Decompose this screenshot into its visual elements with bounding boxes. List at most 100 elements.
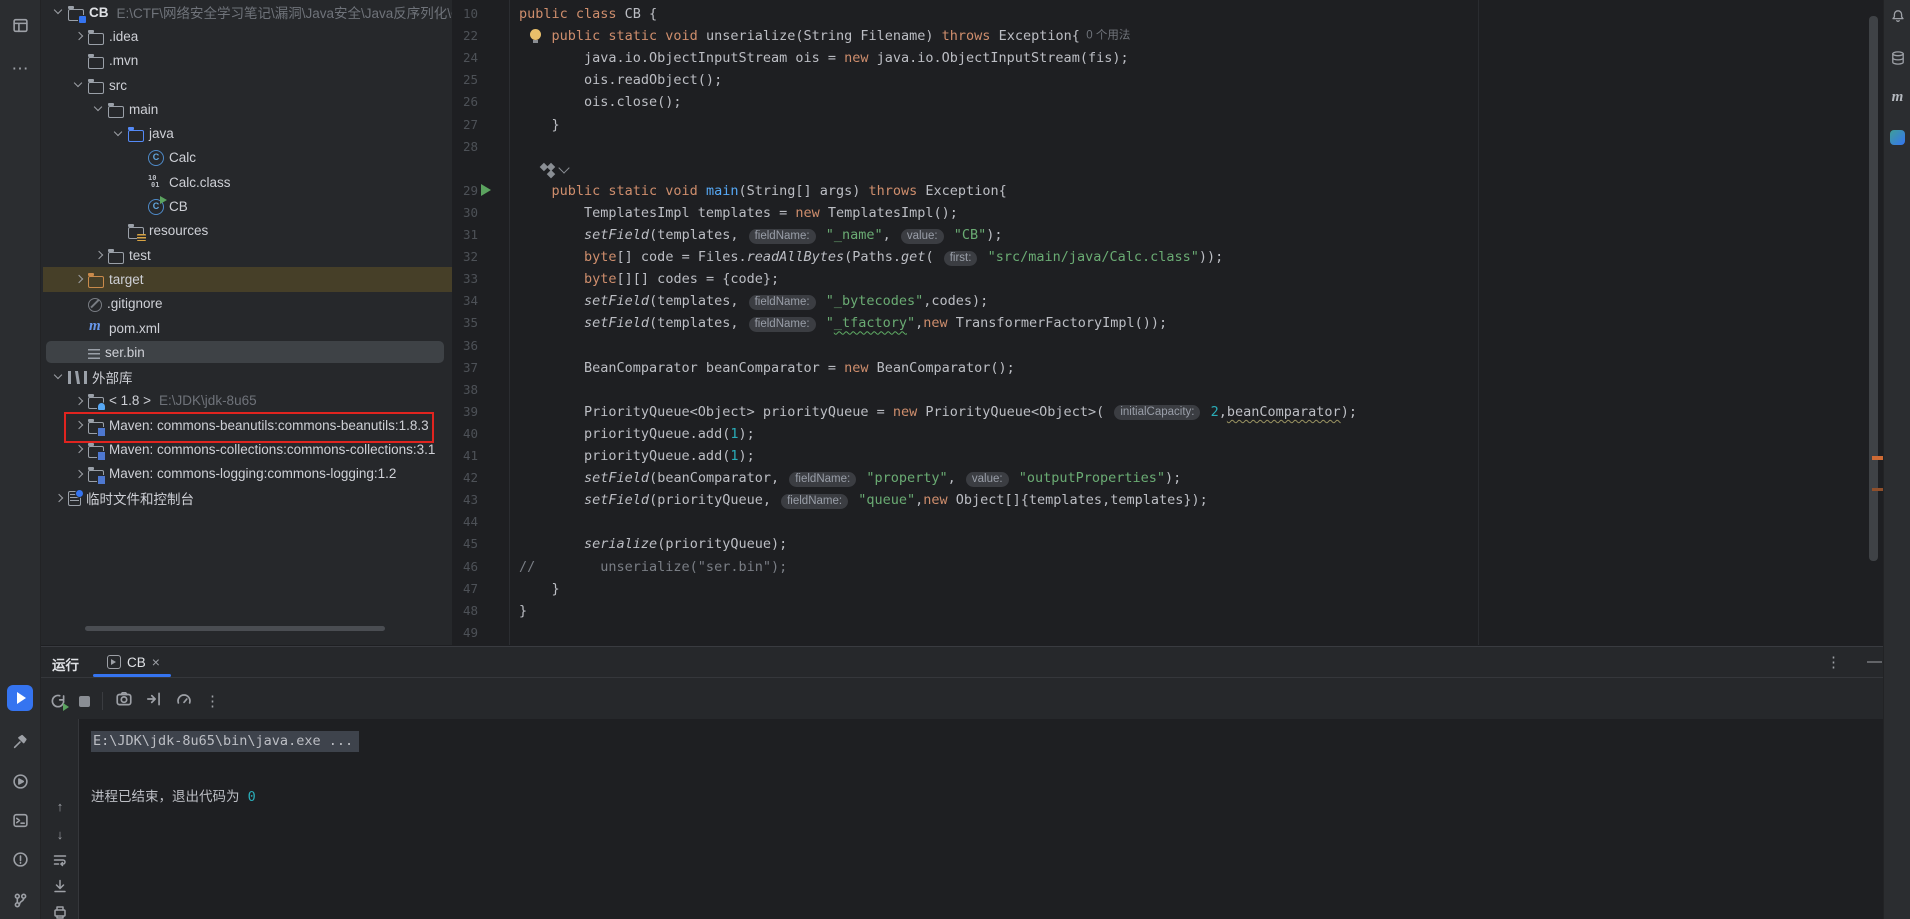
code-line[interactable]: serialize(priorityQueue); <box>519 533 787 555</box>
line-number[interactable]: 33 <box>452 268 478 290</box>
line-number[interactable]: 22 <box>452 25 478 47</box>
code-line[interactable]: priorityQueue.add(1); <box>519 423 755 445</box>
run-tab-cb[interactable]: CB × <box>97 647 170 677</box>
line-number[interactable]: 47 <box>452 578 478 600</box>
line-number[interactable]: 27 <box>452 114 478 136</box>
down-stacktrace-icon[interactable]: ↓ <box>51 825 69 843</box>
tree-row-folder-src[interactable]: src <box>41 73 452 97</box>
attach-debugger-icon[interactable] <box>145 690 163 713</box>
code-line[interactable]: // unserialize("ser.bin"); <box>519 556 787 578</box>
scroll-to-end-icon[interactable] <box>51 877 69 895</box>
tree-row-lib-commons-logging[interactable]: Maven: commons-logging:commons-logging:1… <box>41 462 452 486</box>
line-number[interactable]: 24 <box>452 47 478 69</box>
editor-scrollbar[interactable] <box>1869 16 1878 561</box>
chevron-collapsed-icon[interactable] <box>73 468 85 480</box>
code-line[interactable]: PriorityQueue<Object> priorityQueue = ne… <box>519 401 1357 423</box>
problems-icon[interactable] <box>7 846 33 872</box>
run-toolwindow-icon[interactable] <box>7 685 33 711</box>
more-tool-windows-icon[interactable]: ⋯ <box>7 56 33 82</box>
line-number[interactable]: 45 <box>452 533 478 555</box>
run-gutter-icon[interactable] <box>481 184 491 196</box>
soft-wrap-icon[interactable] <box>51 851 69 869</box>
chevron-collapsed-icon[interactable] <box>73 273 85 285</box>
tree-row-folder-main[interactable]: main <box>41 97 452 121</box>
tab-close-icon[interactable]: × <box>152 655 160 669</box>
line-number[interactable]: 28 <box>452 136 478 158</box>
version-control-icon[interactable] <box>7 887 33 913</box>
services-icon[interactable] <box>7 768 33 794</box>
tree-row-external-libraries[interactable]: 外部库 <box>41 364 452 388</box>
chevron-expanded-icon[interactable] <box>53 6 65 18</box>
line-number[interactable]: 49 <box>452 622 478 644</box>
line-number[interactable]: 48 <box>452 600 478 622</box>
plugin-icon[interactable] <box>1888 128 1907 147</box>
tree-row-jdk-node[interactable]: < 1.8 >E:\JDK\jdk-8u65 <box>41 389 452 413</box>
line-number[interactable]: 44 <box>452 511 478 533</box>
code-line[interactable]: public static void main(String[] args) t… <box>519 180 1007 202</box>
line-number[interactable]: 43 <box>452 489 478 511</box>
code-line[interactable]: setField(templates, fieldName: "_bytecod… <box>519 290 988 312</box>
stop-icon[interactable] <box>79 696 90 707</box>
chevron-collapsed-icon[interactable] <box>73 395 85 407</box>
code-line[interactable]: } <box>519 600 527 622</box>
rerun-icon[interactable] <box>49 692 67 710</box>
code-line[interactable]: public class CB { <box>519 3 657 25</box>
run-panel-options-icon[interactable]: ⋮ <box>1826 653 1841 671</box>
tree-row-file-calc-class[interactable]: Calc.class <box>41 170 452 194</box>
chevron-collapsed-icon[interactable] <box>53 492 65 504</box>
database-icon[interactable] <box>1888 48 1907 67</box>
line-number[interactable]: 26 <box>452 91 478 113</box>
tree-row-folder-idea[interactable]: .idea <box>41 24 452 48</box>
line-number[interactable]: 39 <box>452 401 478 423</box>
code-line[interactable]: public static void unserialize(String Fi… <box>519 25 1130 47</box>
code-line[interactable]: ois.close(); <box>519 91 682 113</box>
tree-row-folder-target[interactable]: target <box>41 267 452 291</box>
chevron-collapsed-icon[interactable] <box>73 443 85 455</box>
line-number[interactable]: 35 <box>452 312 478 334</box>
project-tool-icon[interactable] <box>7 12 33 38</box>
maven-tool-icon[interactable]: m <box>1888 88 1907 107</box>
chevron-expanded-icon[interactable] <box>53 371 65 383</box>
chevron-expanded-icon[interactable] <box>93 103 105 115</box>
code-line[interactable]: byte[][] codes = {code}; <box>519 268 779 290</box>
tree-row-file-ser-bin[interactable]: ser.bin <box>41 340 452 364</box>
line-number[interactable]: 29 <box>452 180 478 202</box>
toolbar-more-icon[interactable]: ⋮ <box>205 692 220 710</box>
code-vision-inlay[interactable] <box>548 162 568 176</box>
build-hammer-icon[interactable] <box>7 728 33 754</box>
line-number[interactable]: 38 <box>452 379 478 401</box>
tree-horizontal-scrollbar[interactable] <box>85 626 385 631</box>
tree-row-folder-mvn[interactable]: .mvn <box>41 49 452 73</box>
line-number[interactable]: 10 <box>452 3 478 25</box>
code-line[interactable]: setField(priorityQueue, fieldName: "queu… <box>519 489 1208 511</box>
up-stacktrace-icon[interactable]: ↑ <box>51 797 69 815</box>
line-number[interactable]: 30 <box>452 202 478 224</box>
code-line[interactable]: TemplatesImpl templates = new TemplatesI… <box>519 202 958 224</box>
code-line[interactable]: setField(templates, fieldName: "_name", … <box>519 224 1002 246</box>
chevron-expanded-icon[interactable] <box>73 79 85 91</box>
code-line[interactable]: priorityQueue.add(1); <box>519 445 755 467</box>
line-number[interactable]: 46 <box>452 556 478 578</box>
line-number[interactable]: 40 <box>452 423 478 445</box>
screenshot-icon[interactable] <box>115 690 133 713</box>
code-line[interactable]: } <box>519 578 560 600</box>
tree-row-scratches-and-consoles[interactable]: 临时文件和控制台 <box>41 486 452 510</box>
line-number[interactable]: 34 <box>452 290 478 312</box>
line-number[interactable]: 31 <box>452 224 478 246</box>
line-number[interactable]: 42 <box>452 467 478 489</box>
terminal-icon[interactable] <box>7 807 33 833</box>
tree-row-folder-test[interactable]: test <box>41 243 452 267</box>
tree-row-folder-java[interactable]: java <box>41 121 452 145</box>
tree-row-folder-resources[interactable]: resources <box>41 219 452 243</box>
print-icon[interactable] <box>51 903 69 919</box>
code-line[interactable]: } <box>519 114 560 136</box>
line-number[interactable]: 37 <box>452 357 478 379</box>
code-line[interactable]: byte[] code = Files.readAllBytes(Paths.g… <box>519 246 1223 268</box>
notifications-icon[interactable] <box>1888 6 1907 25</box>
chevron-expanded-icon[interactable] <box>113 128 125 140</box>
code-line[interactable]: setField(beanComparator, fieldName: "pro… <box>519 467 1181 489</box>
line-number[interactable]: 32 <box>452 246 478 268</box>
profiler-icon[interactable] <box>175 690 193 713</box>
tree-row-file-pom-xml[interactable]: pom.xml <box>41 316 452 340</box>
chevron-collapsed-icon[interactable] <box>73 30 85 42</box>
